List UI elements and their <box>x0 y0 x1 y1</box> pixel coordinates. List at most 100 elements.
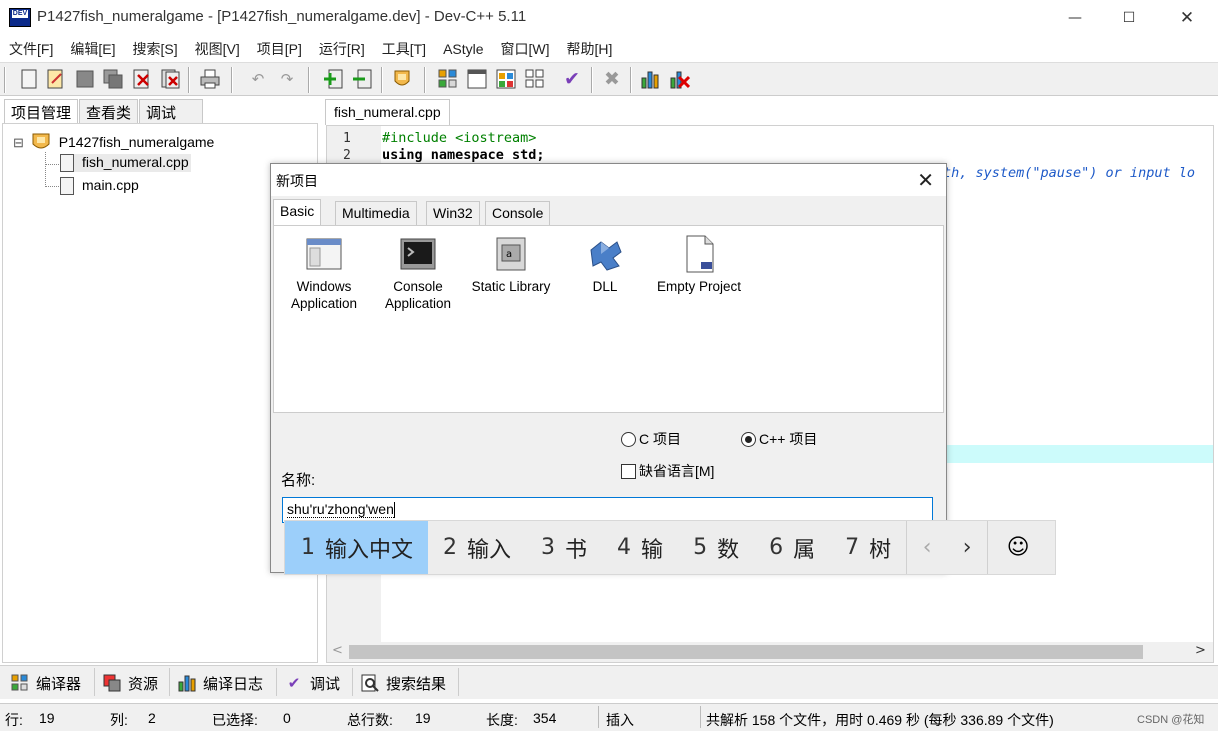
scroll-right-arrow[interactable]: > <box>1195 643 1206 658</box>
menu-run[interactable]: 运行[R] <box>310 39 373 59</box>
tab-console[interactable]: Console <box>485 201 551 225</box>
tab-win32[interactable]: Win32 <box>426 201 480 225</box>
radio-button-selected[interactable] <box>741 431 756 447</box>
ime-candidate[interactable]: 4输 <box>602 521 678 574</box>
ime-candidate[interactable]: 6属 <box>754 521 830 574</box>
checkbox[interactable] <box>621 463 636 479</box>
menu-file[interactable]: 文件[F] <box>0 39 61 59</box>
template-empty-project[interactable]: Empty Project <box>654 234 744 295</box>
radio-label: C 项目 <box>639 431 681 447</box>
tree-line <box>45 164 59 165</box>
tree-file-item[interactable]: main.cpp <box>60 177 139 196</box>
radio-button[interactable] <box>621 431 636 447</box>
tab-label: 编译日志 <box>203 675 264 693</box>
code-line: #include <iostream> <box>382 130 537 146</box>
profile-icon[interactable] <box>640 68 662 90</box>
tree-line <box>45 186 59 187</box>
redo-icon[interactable]: ↷ <box>276 68 298 90</box>
project-icon <box>31 132 51 155</box>
scroll-left-arrow[interactable]: < <box>332 643 343 658</box>
run-icon[interactable] <box>466 68 488 90</box>
ime-candidate[interactable]: 1 输入中文 <box>285 521 429 574</box>
horizontal-scrollbar[interactable]: < > <box>327 642 1213 662</box>
candidate-text: 数 <box>717 537 740 563</box>
menu-search[interactable]: 搜索[S] <box>123 39 185 59</box>
menu-astyle[interactable]: AStyle <box>434 41 491 57</box>
tab-label: 编译器 <box>36 675 82 693</box>
tab-label: 调试 <box>310 675 341 693</box>
close-window-button[interactable]: ✕ <box>1158 0 1216 36</box>
undo-icon[interactable]: ↶ <box>247 68 269 90</box>
new-file-icon[interactable] <box>18 68 40 90</box>
compile-run-icon[interactable] <box>495 68 517 90</box>
status-length-value: 354 <box>533 710 557 726</box>
tab-class-browser[interactable]: 查看类 <box>79 99 139 123</box>
dialog-close-button[interactable]: ✕ <box>917 168 934 192</box>
project-options-icon[interactable] <box>391 68 413 90</box>
tab-debug-output[interactable]: ✔ 调试 <box>284 671 340 695</box>
status-row-label: 行: <box>5 712 23 728</box>
minimize-button[interactable]: — <box>1046 0 1104 36</box>
tab-project-manager[interactable]: 项目管理 <box>4 99 79 124</box>
current-line-highlight <box>947 445 1213 463</box>
close-all-icon[interactable] <box>160 68 182 90</box>
search-results-icon <box>360 673 380 693</box>
menu-edit[interactable]: 编辑[E] <box>61 39 123 59</box>
add-to-project-icon[interactable] <box>322 68 344 90</box>
maximize-button[interactable]: ☐ <box>1100 0 1158 36</box>
menu-help[interactable]: 帮助[H] <box>558 39 621 59</box>
tree-root[interactable]: ⊟ P1427fish_numeralgame <box>13 132 214 155</box>
dialog-title: 新项目 <box>276 173 318 189</box>
collapse-icon[interactable]: ⊟ <box>13 135 24 150</box>
close-icon[interactable] <box>131 68 153 90</box>
tab-compile-log[interactable]: 编译日志 <box>177 671 263 695</box>
status-col-value: 2 <box>148 710 156 726</box>
menu-view[interactable]: 视图[V] <box>186 39 248 59</box>
delete-profile-icon[interactable] <box>669 68 691 90</box>
tree-file-item[interactable]: fish_numeral.cpp <box>60 154 191 173</box>
toolbar-separator <box>308 67 310 93</box>
checkbox-label: 缺省语言[M] <box>639 463 715 479</box>
template-dll[interactable]: DLL <box>560 234 650 295</box>
scrollbar-thumb[interactable] <box>349 645 1143 659</box>
open-icon[interactable] <box>45 68 67 90</box>
toolbar-separator <box>630 67 632 93</box>
candidate-number: 6 <box>769 535 784 560</box>
tab-debug[interactable]: 调试 <box>139 99 204 123</box>
tab-label: 资源 <box>128 675 159 693</box>
emoji-icon[interactable]: ☺ <box>988 521 1048 574</box>
tab-search-results[interactable]: 搜索结果 <box>360 671 446 695</box>
ime-candidate[interactable]: 2 输入 <box>428 521 526 574</box>
radio-cpp-project[interactable]: C++ 项目 <box>741 429 817 449</box>
menu-project[interactable]: 项目[P] <box>248 39 310 59</box>
candidate-number: 4 <box>617 535 632 560</box>
template-static-library[interactable]: a Static Library <box>466 234 556 295</box>
editor-tab[interactable]: fish_numeral.cpp <box>325 99 450 125</box>
save-icon[interactable] <box>74 68 96 90</box>
save-all-icon[interactable] <box>102 68 124 90</box>
menu-tools[interactable]: 工具[T] <box>373 39 434 59</box>
tree-line <box>45 152 46 187</box>
checkbox-default-language[interactable]: 缺省语言[M] <box>621 461 714 481</box>
syntax-check-icon[interactable]: ✔ <box>561 68 583 90</box>
remove-from-project-icon[interactable] <box>351 68 373 90</box>
stop-icon[interactable]: ✖ <box>601 68 623 90</box>
ime-next-page-button[interactable]: › <box>947 521 987 574</box>
tab-basic[interactable]: Basic <box>273 199 322 226</box>
ime-candidate[interactable]: 5数 <box>678 521 754 574</box>
radio-c-project[interactable]: C 项目 <box>621 429 681 449</box>
rebuild-icon[interactable] <box>524 68 546 90</box>
ime-candidate[interactable]: 3书 <box>526 521 602 574</box>
tab-resources[interactable]: 资源 <box>102 671 158 695</box>
menu-window[interactable]: 窗口[W] <box>492 39 558 59</box>
template-windows-application[interactable]: Windows Application <box>279 234 369 312</box>
candidate-text: 输 <box>641 537 664 563</box>
name-label: 名称: <box>281 472 316 489</box>
compile-icon[interactable] <box>437 68 459 90</box>
ime-candidate[interactable]: 7树 <box>830 521 906 574</box>
template-console-application[interactable]: Console Application <box>373 234 463 312</box>
print-icon[interactable] <box>199 68 221 90</box>
ime-prev-page-button[interactable]: ‹ <box>907 521 947 574</box>
tab-multimedia[interactable]: Multimedia <box>335 201 417 225</box>
tab-compiler[interactable]: 编译器 <box>10 671 81 695</box>
